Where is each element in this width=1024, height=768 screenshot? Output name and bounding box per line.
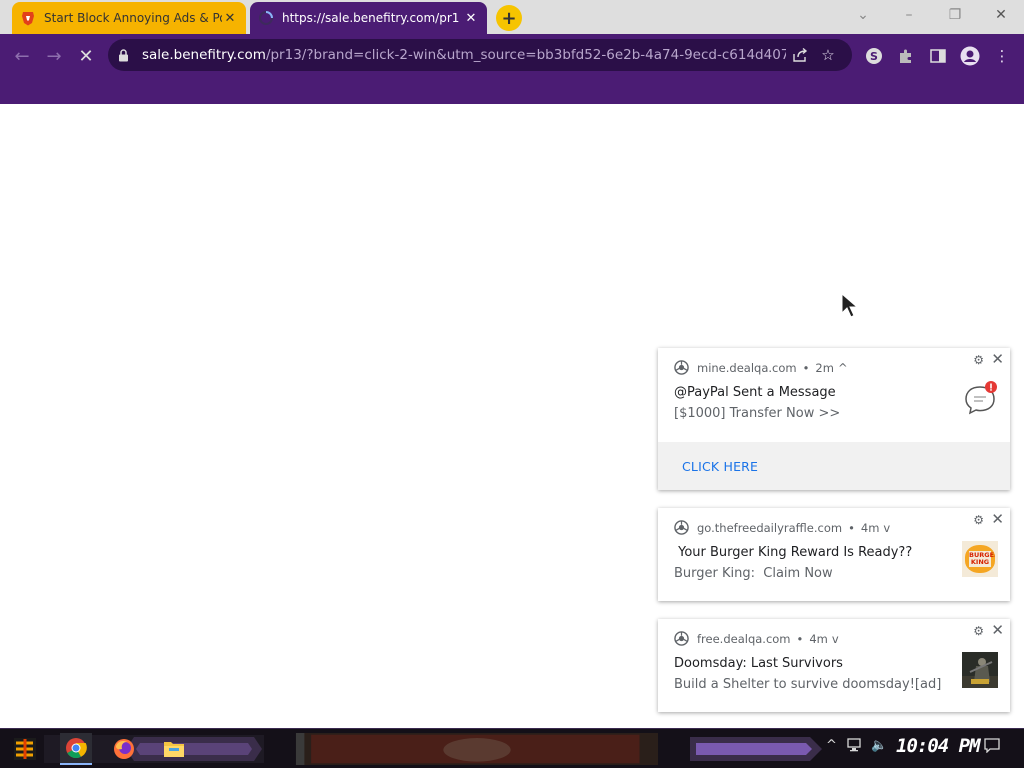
notification-header: mine.dealqa.com • 2m ^	[674, 360, 848, 375]
notification-paypal[interactable]: mine.dealqa.com • 2m ^ ⚙ ✕ @PayPal Sent …	[658, 348, 1010, 490]
chat-bubble-alert-icon	[965, 381, 997, 415]
tab-title: https://sale.benefitry.com/pr1	[282, 11, 460, 25]
restore-button[interactable]: ❐	[935, 0, 975, 30]
notification-title: Your Burger King Reward Is Ready??	[674, 545, 913, 560]
notification-origin: mine.dealqa.com	[697, 360, 797, 375]
action-center-icon[interactable]	[984, 738, 1000, 757]
address-bar[interactable]: sale.benefitry.com/pr13/?brand=click-2-w…	[108, 39, 852, 71]
notification-title: @PayPal Sent a Message	[674, 385, 836, 400]
tab-close-icon[interactable]: ✕	[222, 10, 238, 26]
notification-close-icon[interactable]: ✕	[991, 621, 1004, 639]
notification-close-icon[interactable]: ✕	[991, 350, 1004, 368]
network-icon[interactable]	[847, 738, 863, 756]
forward-icon[interactable]: →	[40, 42, 68, 70]
notification-body: [$1000] Transfer Now >>	[674, 406, 841, 421]
click-here-button[interactable]: CLICK HERE	[658, 442, 1010, 490]
bookmark-star-icon[interactable]: ☆	[814, 41, 842, 69]
doomsday-game-thumbnail	[962, 652, 998, 688]
back-icon[interactable]: ←	[8, 42, 36, 70]
svg-text:S: S	[870, 50, 878, 63]
url-path: /pr13/?brand=click-2-win&utm_source=bb3b…	[265, 47, 786, 63]
tab-benefitry[interactable]: https://sale.benefitry.com/pr1 ✕	[250, 2, 487, 34]
folder-icon	[164, 742, 184, 757]
notification-doomsday[interactable]: free.dealqa.com • 4m v ⚙ ✕ Doomsday: Las…	[658, 619, 1010, 712]
tab-close-icon[interactable]: ✕	[463, 10, 479, 26]
stop-loading-icon[interactable]: ✕	[72, 42, 100, 70]
loading-spinner-icon	[258, 10, 274, 26]
chrome-icon	[674, 631, 689, 646]
separator-dot: •	[796, 631, 804, 646]
chrome-icon	[674, 360, 689, 375]
expand-chevron-icon[interactable]: v	[883, 521, 890, 535]
notification-body: Build a Shelter to survive doomsday![ad]	[674, 677, 942, 692]
notification-settings-gear-icon[interactable]: ⚙	[973, 624, 984, 638]
notification-body: Burger King: Claim Now	[674, 566, 833, 581]
chrome-icon	[674, 520, 689, 535]
separator-dot: •	[802, 360, 810, 375]
notification-title: Doomsday: Last Survivors	[674, 656, 843, 671]
volume-icon[interactable]: 🔈	[871, 738, 887, 753]
tray-overflow-chevron-icon[interactable]: ^	[826, 738, 837, 753]
tab-brave-ads[interactable]: Start Block Annoying Ads & Po ✕	[12, 2, 246, 34]
menu-kebab-icon[interactable]: ⋮	[988, 42, 1016, 70]
separator-dot: •	[848, 520, 855, 535]
new-tab-button[interactable]: +	[496, 5, 522, 31]
taskbar-chrome-app[interactable]	[60, 733, 92, 765]
notification-header: free.dealqa.com • 4m v	[674, 631, 839, 646]
browser-toolbar: ← → ✕ sale.benefitry.com/pr13/?brand=cli…	[0, 34, 1024, 104]
taskbar-file-explorer-app[interactable]	[158, 733, 190, 765]
extension-s-icon[interactable]: S	[860, 42, 888, 70]
taskbar-theme-arrow	[690, 737, 822, 761]
taskbar-clock[interactable]: 10:04 PM	[896, 735, 981, 757]
profile-avatar-icon[interactable]	[956, 42, 984, 70]
share-icon[interactable]	[786, 41, 814, 69]
taskbar-firefox-app[interactable]	[108, 733, 140, 765]
taskbar-wallpaper-strip	[295, 733, 659, 765]
notification-origin: go.thefreedailyraffle.com	[697, 520, 843, 535]
extensions-puzzle-icon[interactable]	[892, 42, 920, 70]
notification-burger-king[interactable]: go.thefreedailyraffle.com • 4m v ⚙ ✕ You…	[658, 508, 1010, 601]
expand-chevron-icon[interactable]: v	[832, 632, 839, 646]
url-host: sale.benefitry.com	[142, 47, 266, 63]
chrome-logo-icon	[66, 738, 87, 759]
mouse-cursor-icon	[841, 293, 859, 318]
notification-age: 4m	[809, 631, 828, 646]
notification-close-icon[interactable]: ✕	[991, 510, 1004, 528]
tab-title: Start Block Annoying Ads & Po	[44, 11, 222, 25]
lock-icon[interactable]	[118, 48, 132, 62]
taskbar: ^ 🔈 10:04 PM	[0, 728, 1024, 768]
notification-age: 4m	[860, 520, 880, 535]
notification-age: 2m	[815, 360, 834, 375]
notification-origin: free.dealqa.com	[697, 631, 791, 646]
close-window-button[interactable]: ✕	[981, 0, 1021, 30]
start-button[interactable]	[8, 733, 42, 765]
notification-settings-gear-icon[interactable]: ⚙	[973, 513, 984, 527]
collapse-chevron-icon[interactable]: ^	[838, 361, 848, 375]
notification-settings-gear-icon[interactable]: ⚙	[973, 353, 984, 367]
burger-king-logo-icon: BURGER KING	[962, 541, 998, 577]
side-panel-icon[interactable]	[924, 42, 952, 70]
firefox-logo-icon	[114, 739, 134, 759]
minimize-button[interactable]: –	[889, 0, 929, 30]
tab-search-icon[interactable]: ⌄	[843, 0, 883, 30]
brave-lion-icon	[20, 10, 36, 26]
burger-king-logo-text: BURGER KING	[969, 551, 995, 567]
url-text[interactable]: sale.benefitry.com/pr13/?brand=click-2-w…	[142, 47, 786, 63]
notification-header: go.thefreedailyraffle.com • 4m v	[674, 520, 890, 535]
tab-strip: Start Block Annoying Ads & Po ✕ https://…	[0, 0, 1024, 34]
